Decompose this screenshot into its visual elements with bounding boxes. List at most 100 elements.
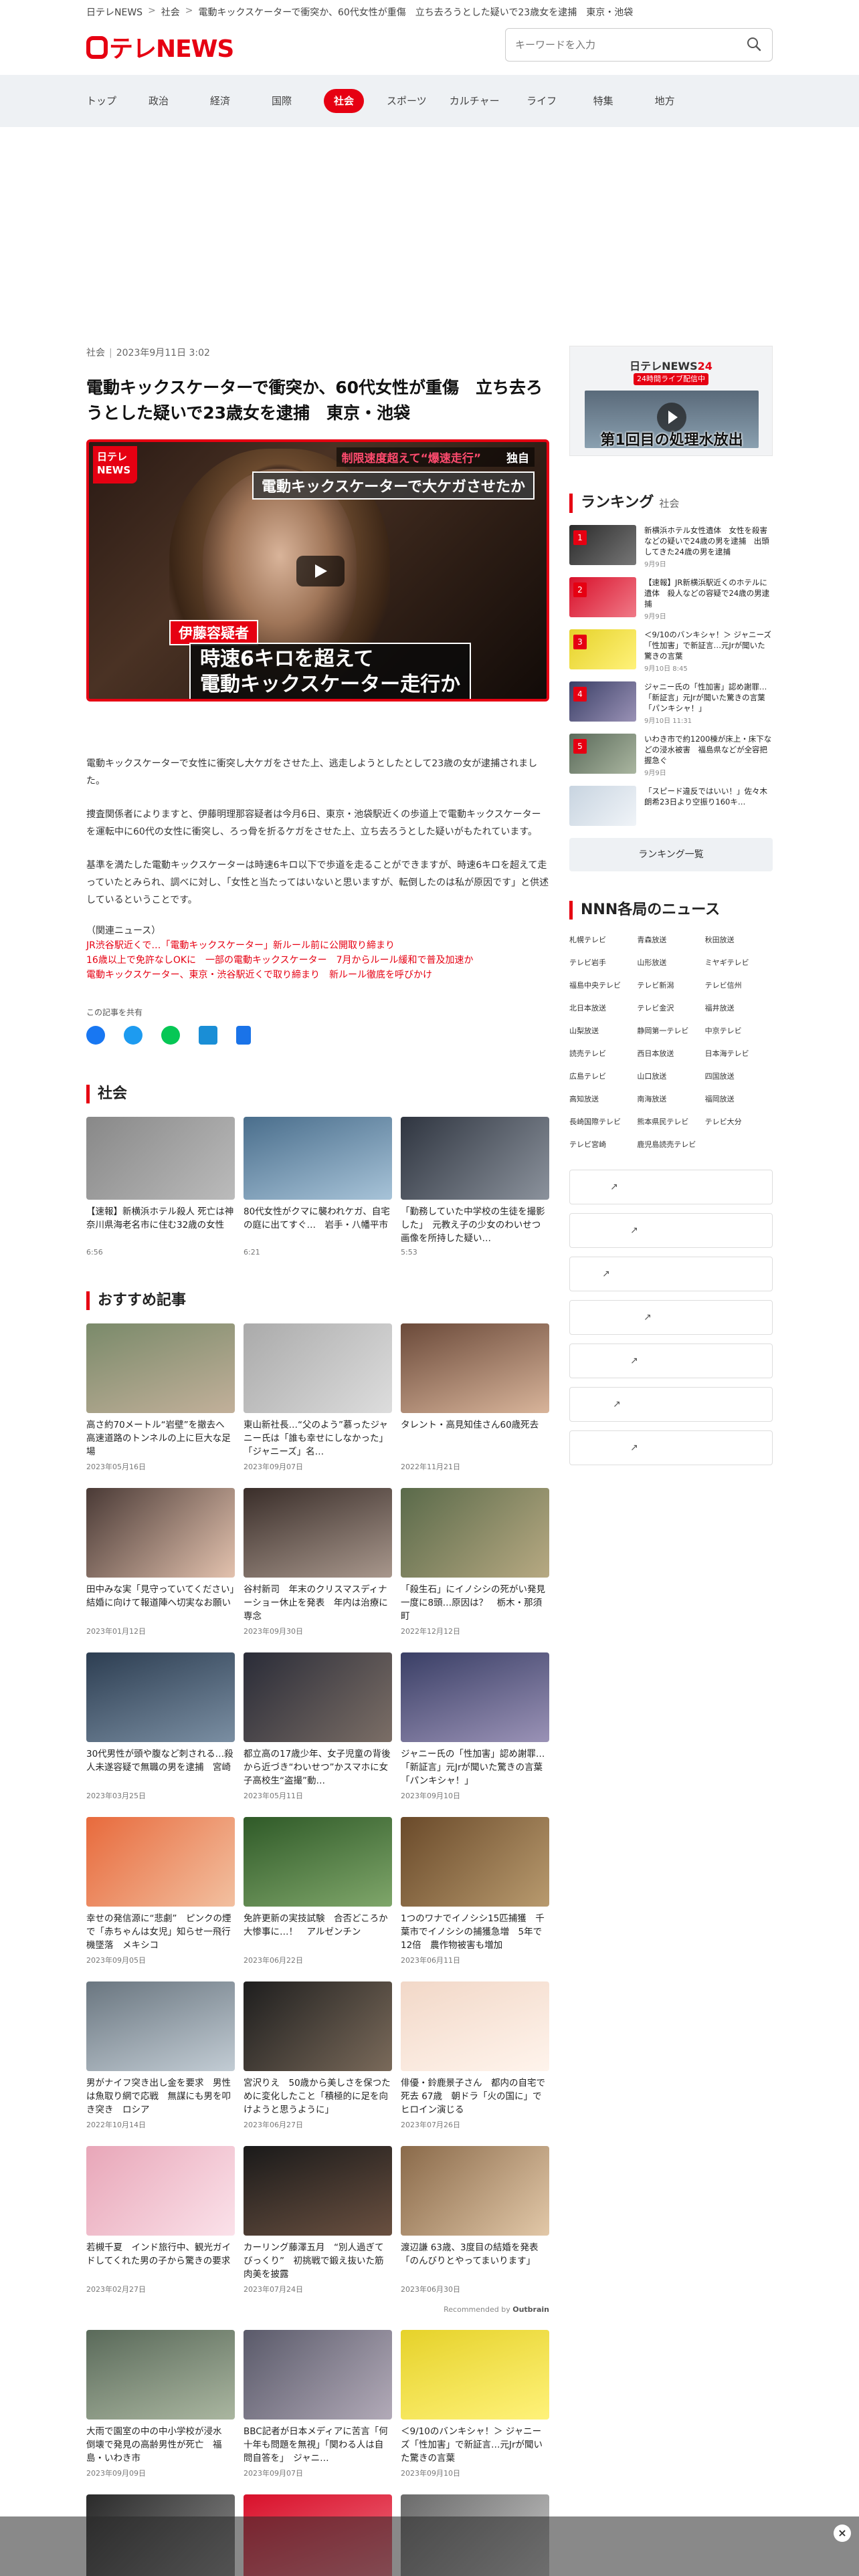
- station-link[interactable]: 南海放送: [637, 1093, 704, 1104]
- breadcrumb-category[interactable]: 社会: [161, 5, 180, 19]
- article-card[interactable]: BBC記者が日本メディアに苦言「何十年も問題を無視」「関わる人は自問自答を」 ジ…: [244, 2330, 392, 2478]
- article-card[interactable]: 免許更新の実技試験 合否どころか大惨事に…！ アルゼンチン 2023年06月22日: [244, 1817, 392, 1965]
- external-link-box[interactable]: ↗: [569, 1170, 773, 1204]
- nav-local[interactable]: 地方: [646, 89, 684, 113]
- article-card[interactable]: カーリング藤澤五月 “別人過ぎてびっくり” 初挑戦で鍛え抜いた筋肉美を披露 202…: [244, 2146, 392, 2294]
- close-icon[interactable]: ×: [834, 2525, 851, 2542]
- article-card[interactable]: 「殺生石」にイノシシの死がい発見 一度に8頭…原因は？ 栃木・那須町 2022年1…: [401, 1488, 549, 1636]
- ranking-more-button[interactable]: ランキング一覧: [569, 838, 773, 871]
- article-card[interactable]: 谷村新司 年末のクリスマスディナーショー休止を発表 年内は治療に専念 2023年0…: [244, 1488, 392, 1636]
- ranking-item[interactable]: 5 いわき市で約1200棟が床上・床下などの浸水被害 福島県などが全容把握急ぐ 9月…: [569, 734, 773, 777]
- article-card[interactable]: 渡辺謙 63歳、3度目の結婚を発表 「のんびりとやってまいります」 2023年06…: [401, 2146, 549, 2294]
- nav-society[interactable]: 社会: [324, 89, 365, 113]
- station-link[interactable]: 福岡放送: [705, 1093, 773, 1104]
- station-link[interactable]: 読売テレビ: [569, 1048, 637, 1059]
- twitter-icon[interactable]: [124, 1026, 142, 1045]
- station-link[interactable]: 青森放送: [637, 934, 704, 945]
- article-card[interactable]: 男がナイフ突き出し金を要求 男性は魚取り網で応戦 無謀にも男を叩き突き ロシア 2…: [86, 1981, 235, 2130]
- article-card[interactable]: 30代男性が頭や腹など刺される…殺人未遂容疑で無職の男を逮捕 宮崎 2023年03…: [86, 1652, 235, 1801]
- article-card[interactable]: 俳優・鈴鹿景子さん 都内の自宅で死去 67歳 朝ドラ「火の国に」でヒロイン演じる…: [401, 1981, 549, 2130]
- article-card[interactable]: 【速報】新横浜ホテル殺人 死亡は神奈川県海老名市に住む32歳の女性 6:56: [86, 1117, 235, 1257]
- nav-international[interactable]: 国際: [262, 89, 301, 113]
- nav-economy[interactable]: 経済: [201, 89, 240, 113]
- outbrain-attribution[interactable]: Recommended by Outbrain: [86, 2305, 549, 2314]
- article-card[interactable]: 若槻千夏 インド旅行中、観光ガイドしてくれた男の子から驚きの要求 2023年02月…: [86, 2146, 235, 2294]
- article-card[interactable]: ＜9/10のバンキシャ！＞ ジャニーズ「性加害」で新証言…元Jrが聞いた驚きの言…: [401, 2330, 549, 2478]
- site-logo[interactable]: テレNEWS: [86, 29, 234, 64]
- station-link[interactable]: 山梨放送: [569, 1025, 637, 1036]
- station-link[interactable]: テレビ大分: [705, 1116, 773, 1127]
- hatena-icon[interactable]: [199, 1026, 217, 1045]
- article-card[interactable]: 宮沢りえ 50歳から美しさを保つために変化したこと「積極的に足を向けようと思うよ…: [244, 1981, 392, 2130]
- station-link[interactable]: 静岡第一テレビ: [637, 1025, 704, 1036]
- article-card[interactable]: 80代女性がクマに襲われケガ、自宅の庭に出てすぐ… 岩手・八幡平市 6:21: [244, 1117, 392, 1257]
- play-icon[interactable]: [296, 556, 345, 586]
- article-card[interactable]: 「勤務していた中学校の生徒を撮影した」 元教え子の少女のわいせつ画像を所持した疑…: [401, 1117, 549, 1257]
- article-card-title: 田中みな実「見守っていてください」 結婚に向けて報道陣へ切実なお願い: [86, 1584, 235, 1608]
- line-icon[interactable]: [161, 1026, 180, 1045]
- article-card-title: 免許更新の実技試験 合否どころか大惨事に…！ アルゼンチン: [244, 1913, 388, 1937]
- ranking-item[interactable]: 1 新横浜ホテル女性遺体 女性を殺害などの疑いで24歳の男を逮捕 出頭してきた24…: [569, 525, 773, 568]
- station-link[interactable]: 札幌テレビ: [569, 934, 637, 945]
- nav-life[interactable]: ライフ: [522, 89, 561, 113]
- copy-link-icon[interactable]: [236, 1026, 251, 1045]
- station-link[interactable]: 高知放送: [569, 1093, 637, 1104]
- article-card[interactable]: 高さ約70メートル“岩壁”を撤去へ 高速道路のトンネルの上に巨大な足場 2023年…: [86, 1323, 235, 1472]
- station-link[interactable]: 広島テレビ: [569, 1071, 637, 1081]
- station-link[interactable]: 熊本県民テレビ: [637, 1116, 704, 1127]
- station-link[interactable]: 鹿児島読売テレビ: [637, 1139, 704, 1150]
- article-video[interactable]: 日テレ NEWS 制限速度超えて“爆速走行” 独自 電動キックスケーターで大ケガさ…: [86, 439, 549, 702]
- nav-top[interactable]: トップ: [86, 89, 116, 113]
- station-link[interactable]: 秋田放送: [705, 934, 773, 945]
- station-link[interactable]: 日本海テレビ: [705, 1048, 773, 1059]
- live-stream-banner[interactable]: 日テレNEWS24 24時間ライブ配信中 第1回目の処理水放出: [569, 346, 773, 456]
- ranking-item[interactable]: 3 ＜9/10のバンキシャ！＞ ジャニーズ「性加害」で新証言…元Jrが聞いた驚きの…: [569, 629, 773, 673]
- nav-culture[interactable]: カルチャー: [450, 89, 500, 113]
- nav-sports[interactable]: スポーツ: [387, 89, 427, 113]
- article-card[interactable]: 田中みな実「見守っていてください」 結婚に向けて報道陣へ切実なお願い 2023年0…: [86, 1488, 235, 1636]
- article-category[interactable]: 社会: [86, 348, 105, 358]
- external-link-box[interactable]: ↗: [569, 1300, 773, 1335]
- site-header: 日テレNEWS > 社会 > 電動キックスケーターで衝突か、60代女性が重傷 立…: [86, 0, 773, 75]
- station-link[interactable]: テレビ信州: [705, 980, 773, 990]
- nav-politics[interactable]: 政治: [139, 89, 178, 113]
- breadcrumb-home[interactable]: 日テレNEWS: [86, 5, 142, 19]
- external-link-box[interactable]: ↗: [569, 1344, 773, 1378]
- external-link-box[interactable]: ↗: [569, 1213, 773, 1248]
- station-link[interactable]: 長崎国際テレビ: [569, 1116, 637, 1127]
- article-card[interactable]: 幸せの発信源に“悲劇” ピンクの煙で「赤ちゃんは女児」知らせ一飛行機墜落 メキシ…: [86, 1817, 235, 1965]
- station-link[interactable]: テレビ岩手: [569, 957, 637, 968]
- article-thumbnail: [86, 1981, 235, 2071]
- station-link[interactable]: ミヤギテレビ: [705, 957, 773, 968]
- station-link[interactable]: 福井放送: [705, 1002, 773, 1013]
- station-link[interactable]: 中京テレビ: [705, 1025, 773, 1036]
- station-link[interactable]: テレビ金沢: [637, 1002, 704, 1013]
- ranking-item[interactable]: 2 【速報】JR新横浜駅近くのホテルに遺体 殺人などの容疑で24歳の男逮捕 9月9日: [569, 577, 773, 621]
- station-link[interactable]: 北日本放送: [569, 1002, 637, 1013]
- related-link[interactable]: 16歳以上で免許なしOKに 一部の電動キックスケーター 7月からルール緩和で普及…: [86, 953, 549, 968]
- external-link-box[interactable]: ↗: [569, 1257, 773, 1291]
- article-card[interactable]: ジャニー氏の「性加害」認め謝罪…「新証言」元Jrが聞いた驚きの言葉「パンキシャ！…: [401, 1652, 549, 1801]
- article-card[interactable]: 都立高の17歳少年、女子児童の背後から近づき“わいせつ”かスマホに女子高校生“盗…: [244, 1652, 392, 1801]
- station-link[interactable]: 四国放送: [705, 1071, 773, 1081]
- related-link[interactable]: 電動キックスケーター、東京・渋谷駅近くで取り締まり 新ルール徹底を呼びかけ: [86, 968, 549, 982]
- article-card[interactable]: 1つのワナでイノシシ15匹捕獲 千葉市でイノシシの捕獲急増 5年で12倍 農作物…: [401, 1817, 549, 1965]
- external-link-box[interactable]: ↗: [569, 1430, 773, 1465]
- station-link[interactable]: 山口放送: [637, 1071, 704, 1081]
- station-link[interactable]: テレビ新潟: [637, 980, 704, 990]
- station-link[interactable]: 西日本放送: [637, 1048, 704, 1059]
- external-link-box[interactable]: ↗: [569, 1387, 773, 1422]
- search-icon[interactable]: [747, 37, 763, 53]
- article-card[interactable]: 東山新社長…“父のよう”慕ったジャニー氏は「誰も幸せにしなかった」 「ジャニーズ…: [244, 1323, 392, 1472]
- article-card[interactable]: 大雨で園室の中の中小学校が浸水 倒壊で発見の高齢男性が死亡 福島・いわき市 202…: [86, 2330, 235, 2478]
- facebook-icon[interactable]: [86, 1026, 105, 1045]
- search-input[interactable]: [515, 39, 747, 51]
- nav-feature[interactable]: 特集: [584, 89, 623, 113]
- related-link[interactable]: JR渋谷駅近くで…「電動キックスケーター」新ルール前に公開取り締まり: [86, 938, 549, 953]
- station-link[interactable]: 山形放送: [637, 957, 704, 968]
- station-link[interactable]: 福島中央テレビ: [569, 980, 637, 990]
- ranking-item[interactable]: 4 ジャニー氏の「性加害」認め謝罪…「新証言」元Jrが聞いた驚きの言葉「パンキシャ…: [569, 681, 773, 725]
- ranking-item[interactable]: 「スピード違反ではいい！」佐々木朗希23日より空振り160キ…: [569, 786, 773, 827]
- station-link[interactable]: テレビ宮崎: [569, 1139, 637, 1150]
- article-card[interactable]: タレント・高見知佳さん60歳死去 2022年11月21日: [401, 1323, 549, 1472]
